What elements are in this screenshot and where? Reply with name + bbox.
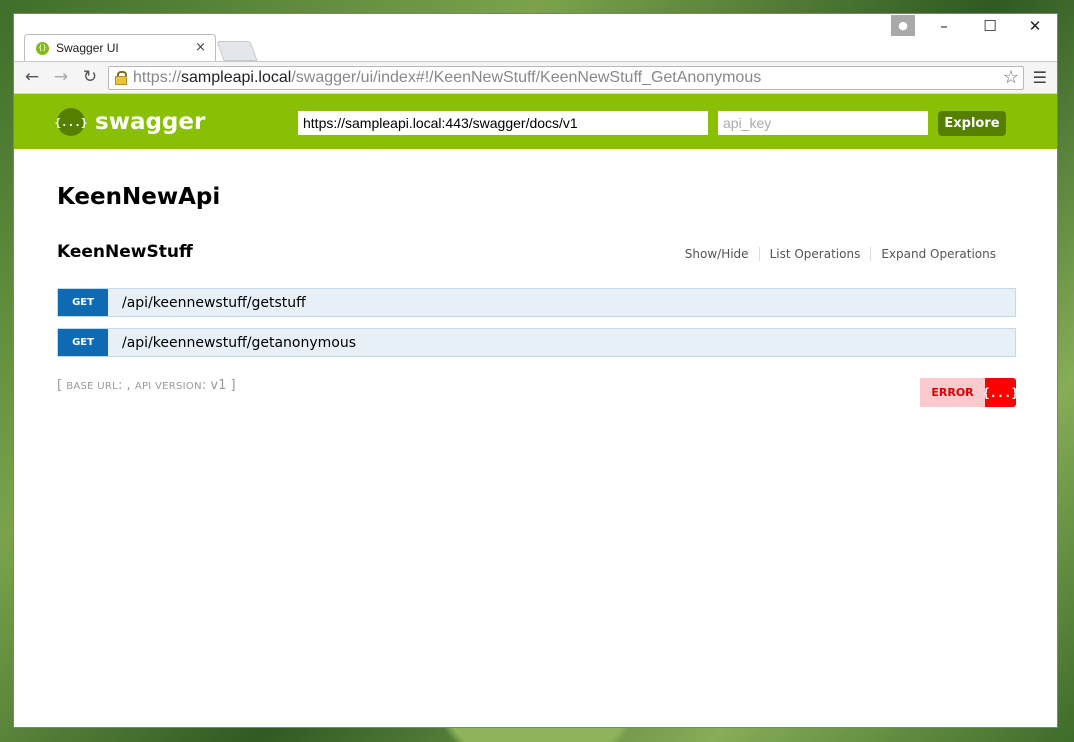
lock-warning-icon[interactable] bbox=[115, 71, 127, 85]
menu-icon[interactable]: ☰ bbox=[1033, 68, 1047, 87]
swagger-logo[interactable]: {...} swagger bbox=[54, 108, 206, 136]
swagger-logo-text: swagger bbox=[95, 109, 206, 135]
browser-window: {} Swagger UI × ● – ☐ ✕ ← → ↻ https://sa… bbox=[13, 13, 1058, 728]
footer-open-bracket: [ bbox=[57, 378, 63, 393]
http-method-badge[interactable]: GET bbox=[58, 329, 108, 356]
api-version-label: api version bbox=[134, 381, 202, 392]
list-operations-link[interactable]: List Operations bbox=[758, 247, 871, 261]
docs-url-input[interactable] bbox=[298, 111, 708, 135]
operation-row[interactable]: GET /api/keennewstuff/getanonymous bbox=[57, 328, 1016, 357]
browser-tab[interactable]: {} Swagger UI × bbox=[24, 34, 216, 61]
operation-path[interactable]: /api/keennewstuff/getanonymous bbox=[122, 335, 356, 351]
new-tab-button[interactable] bbox=[216, 41, 258, 61]
browser-toolbar: ← → ↻ https://sampleapi.local/swagger/ui… bbox=[14, 61, 1057, 94]
swagger-logo-icon: {...} bbox=[54, 108, 88, 136]
reload-icon[interactable]: ↻ bbox=[79, 67, 101, 87]
bookmark-star-icon[interactable]: ☆ bbox=[1003, 67, 1019, 88]
profile-icon[interactable]: ● bbox=[891, 15, 915, 36]
title-bar: {} Swagger UI × ● – ☐ ✕ bbox=[14, 14, 1057, 61]
show-hide-link[interactable]: Show/Hide bbox=[685, 247, 759, 261]
expand-operations-link[interactable]: Expand Operations bbox=[870, 247, 1006, 261]
url-path: /swagger/ui/index#!/KeenNewStuff/KeenNew… bbox=[291, 69, 762, 86]
api-version-value: : v1 bbox=[201, 378, 227, 393]
swagger-favicon-icon: {} bbox=[36, 41, 49, 55]
operation-path[interactable]: /api/keennewstuff/getstuff bbox=[122, 295, 306, 311]
minimize-icon[interactable]: – bbox=[929, 17, 959, 35]
forward-arrow-icon[interactable]: → bbox=[50, 67, 72, 87]
swagger-header: {...} swagger Explore bbox=[14, 94, 1057, 149]
explore-button[interactable]: Explore bbox=[938, 111, 1006, 136]
base-url-label: base url bbox=[66, 381, 119, 392]
back-arrow-icon[interactable]: ← bbox=[21, 67, 43, 87]
http-method-badge[interactable]: GET bbox=[58, 289, 108, 316]
base-url-value: : , bbox=[118, 378, 131, 393]
api-key-input[interactable] bbox=[718, 111, 928, 135]
resource-name[interactable]: KeenNewStuff bbox=[57, 242, 193, 262]
api-info-footer: [ base url: , api version: v1 ] bbox=[57, 378, 236, 393]
operation-row[interactable]: GET /api/keennewstuff/getstuff bbox=[57, 288, 1016, 317]
resource-links: Show/Hide List Operations Expand Operati… bbox=[685, 247, 1006, 261]
validator-icon[interactable]: {...} bbox=[982, 378, 1019, 407]
close-window-icon[interactable]: ✕ bbox=[1020, 17, 1050, 35]
api-title: KeenNewApi bbox=[57, 184, 221, 210]
footer-close-bracket: ] bbox=[230, 378, 236, 393]
address-bar[interactable]: https://sampleapi.local/swagger/ui/index… bbox=[108, 66, 1024, 90]
validator-error-label[interactable]: ERROR bbox=[920, 378, 985, 407]
maximize-icon[interactable]: ☐ bbox=[975, 17, 1005, 35]
url-scheme: https:// bbox=[133, 69, 182, 86]
validator-badge[interactable]: ERROR {...} bbox=[920, 378, 1019, 407]
tab-close-icon[interactable]: × bbox=[195, 40, 206, 55]
tab-title: Swagger UI bbox=[56, 41, 119, 55]
url-host: sampleapi.local bbox=[181, 69, 292, 86]
